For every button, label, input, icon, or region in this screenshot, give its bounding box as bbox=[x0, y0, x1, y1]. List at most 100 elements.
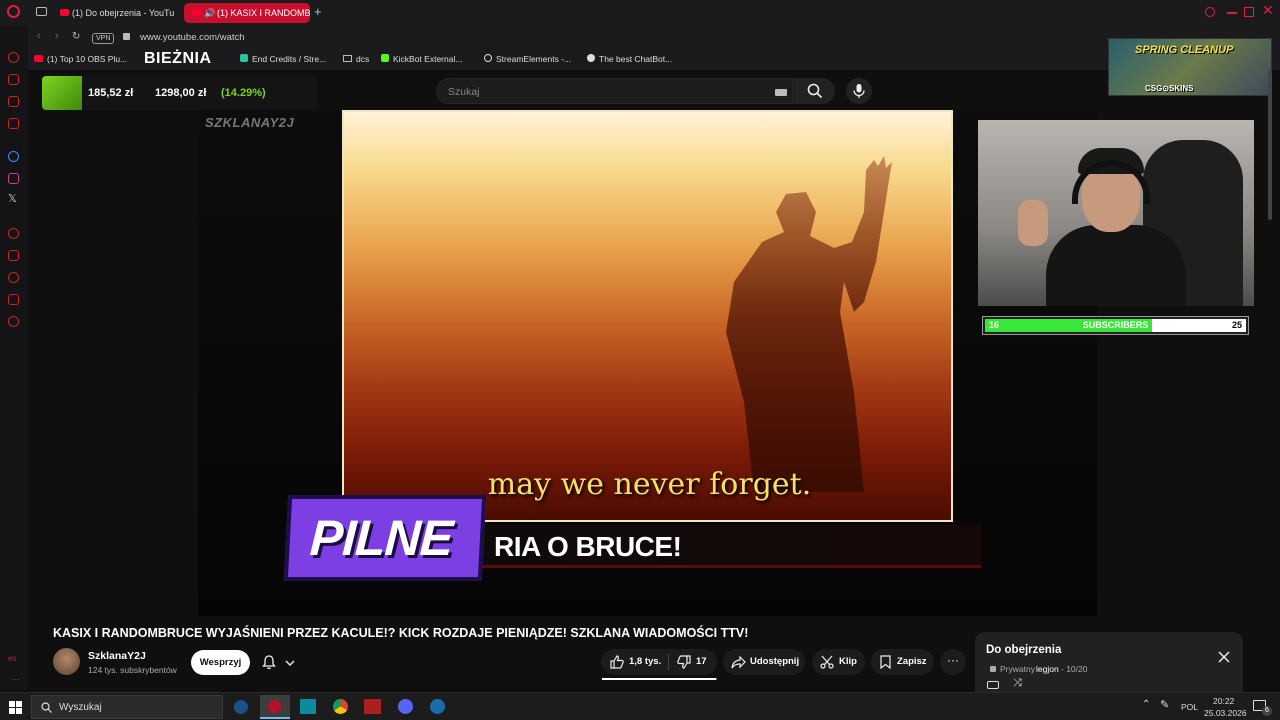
page-scrollbar[interactable] bbox=[1268, 70, 1272, 220]
csgo-skins-ad[interactable]: SPRING CLEANUP CSG⊙SKINS bbox=[1108, 38, 1272, 96]
x-twitter-icon[interactable]: 𝕏 bbox=[8, 192, 17, 205]
discord-app-icon[interactable] bbox=[398, 699, 413, 714]
channel-name[interactable]: SzklanaY2J bbox=[88, 650, 146, 662]
workspaces-icon[interactable] bbox=[36, 7, 47, 16]
opera-logo-icon[interactable] bbox=[7, 5, 20, 18]
dislike-button[interactable]: 17 bbox=[669, 649, 717, 675]
url-field[interactable]: www.youtube.com/watch bbox=[140, 32, 245, 43]
voicemeeter-app-icon[interactable] bbox=[364, 699, 381, 714]
channel-avatar[interactable] bbox=[53, 648, 80, 675]
bookmark-item[interactable]: End Credits / Stre... bbox=[240, 54, 326, 64]
bookmark-item[interactable]: (1) Top 10 OBS Plu... bbox=[34, 54, 127, 64]
wallet-icon[interactable] bbox=[8, 96, 19, 107]
clip-label: Klip bbox=[839, 656, 857, 667]
more-icon[interactable]: ··· bbox=[10, 674, 20, 685]
playlist-title[interactable]: Do obejrzenia bbox=[986, 644, 1061, 656]
settings-icon[interactable] bbox=[8, 316, 19, 327]
lock-icon bbox=[123, 33, 130, 40]
forward-icon[interactable]: › bbox=[55, 30, 59, 42]
share-button[interactable]: Udostępnij bbox=[723, 649, 805, 675]
search-input[interactable]: Szukaj bbox=[448, 86, 480, 98]
maximize-button[interactable] bbox=[1244, 7, 1254, 17]
page-icon bbox=[240, 54, 248, 62]
search-tabs-icon[interactable] bbox=[1205, 7, 1215, 17]
explorer-app-icon[interactable] bbox=[300, 699, 316, 714]
tray-overflow-icon[interactable]: ⌃ bbox=[1142, 699, 1150, 710]
more-actions-button[interactable]: ··· bbox=[940, 649, 966, 675]
instagram-icon[interactable] bbox=[8, 173, 19, 184]
history-icon[interactable] bbox=[8, 52, 19, 63]
speaker-icon: 🔊 bbox=[204, 8, 216, 18]
steam-app-icon[interactable] bbox=[234, 700, 248, 714]
vpn-badge[interactable]: VPN bbox=[92, 33, 115, 44]
close-window-button[interactable]: ✕ bbox=[1262, 2, 1274, 19]
taskbar-search[interactable]: Wyszukaj bbox=[31, 695, 223, 719]
ticker-widget: 185,52 zł 1298,00 zł (14.29%) bbox=[42, 76, 317, 110]
extension-icon[interactable]: ex bbox=[8, 654, 16, 663]
tab-do-obejrzenia[interactable]: (1) Do obejrzenia - YouTube bbox=[52, 3, 174, 23]
save-button[interactable]: Zapisz bbox=[871, 649, 934, 675]
kickbot-icon bbox=[381, 54, 389, 62]
streamer-hand bbox=[1018, 200, 1048, 246]
search-button[interactable] bbox=[793, 78, 835, 104]
messenger-icon[interactable] bbox=[8, 151, 19, 162]
keyboard-icon[interactable] bbox=[775, 89, 787, 96]
aria-icon[interactable] bbox=[8, 74, 19, 85]
opera-app-icon[interactable] bbox=[260, 695, 290, 719]
search-box[interactable]: Szukaj bbox=[436, 78, 793, 104]
tabs-icon[interactable] bbox=[8, 250, 19, 261]
bookmark-item[interactable]: StreamElements -... bbox=[484, 54, 571, 64]
bookmark-item[interactable]: The best ChatBot... bbox=[587, 54, 672, 64]
ticker-logo bbox=[42, 76, 82, 110]
tab-label: (1) KASIX I RANDOMBRUCE bbox=[217, 8, 310, 18]
banner-headline: RIA O BRUCE! bbox=[494, 531, 682, 562]
chrome-app-icon[interactable] bbox=[333, 699, 348, 714]
channel-subscribers: 124 tys. subskrybentów bbox=[88, 665, 177, 675]
streamelements-icon bbox=[484, 54, 492, 62]
mail-icon[interactable] bbox=[8, 118, 19, 129]
close-icon[interactable] bbox=[1218, 651, 1230, 663]
shuffle-icon[interactable]: ⤨ bbox=[1013, 677, 1022, 690]
playlist-owner[interactable]: legjon bbox=[1036, 664, 1059, 674]
chevron-down-icon bbox=[285, 660, 295, 666]
playlist-privacy: Prywatny bbox=[1000, 664, 1035, 674]
streamer-torso bbox=[1046, 225, 1186, 306]
youtube-icon bbox=[192, 9, 201, 16]
cube-icon[interactable] bbox=[8, 294, 19, 305]
support-button[interactable]: Wesprzyj bbox=[191, 650, 250, 675]
new-tab-button[interactable]: + bbox=[314, 4, 322, 19]
bookmark-item[interactable]: KickBot External... bbox=[381, 54, 462, 64]
playlist-progress: - 10/20 bbox=[1061, 664, 1088, 674]
steam-client-app-icon[interactable] bbox=[430, 699, 445, 714]
like-button[interactable]: 1,8 tys. bbox=[601, 649, 667, 675]
playlist-panel: Do obejrzenia Prywatny legjon - 10/20 ⤨ bbox=[975, 632, 1243, 692]
tab-kasix[interactable]: 🔊 (1) KASIX I RANDOMBRUCE bbox=[184, 3, 310, 23]
more-icon: ··· bbox=[947, 653, 959, 667]
back-icon[interactable]: ‹ bbox=[37, 30, 41, 42]
like-dislike-group: 1,8 tys. 17 bbox=[601, 649, 717, 675]
windows-start-icon[interactable] bbox=[9, 701, 22, 714]
like-ratio-fill bbox=[602, 678, 716, 680]
clock-date[interactable]: 25.03.2026 bbox=[1204, 708, 1247, 718]
minimize-button[interactable] bbox=[1227, 12, 1237, 14]
bookmark-item[interactable]: dcs bbox=[343, 54, 369, 64]
reload-icon[interactable]: ↻ bbox=[72, 31, 80, 42]
loop-icon[interactable] bbox=[987, 681, 999, 689]
notification-bell-button[interactable] bbox=[256, 650, 308, 675]
youtube-icon bbox=[60, 9, 69, 16]
taskbar-search-input[interactable]: Wyszukaj bbox=[59, 702, 102, 713]
clock-icon[interactable] bbox=[8, 272, 19, 283]
clip-button[interactable]: Klip bbox=[812, 649, 865, 675]
pen-icon[interactable]: ✎ bbox=[1160, 698, 1169, 711]
lock-icon bbox=[990, 666, 996, 672]
voice-search-button[interactable] bbox=[846, 78, 872, 104]
language-indicator[interactable]: POL bbox=[1181, 702, 1198, 712]
thumbs-up-icon bbox=[610, 655, 624, 669]
thumbs-down-icon bbox=[677, 655, 691, 669]
player-icon[interactable] bbox=[8, 228, 19, 239]
channel-watermark: SZKLANAY2J bbox=[205, 115, 295, 130]
clock-time[interactable]: 20:22 bbox=[1213, 696, 1234, 706]
video-player[interactable]: SZKLANAY2J may we never forget. RIA O BR… bbox=[198, 110, 1097, 616]
dislike-count: 17 bbox=[696, 656, 707, 667]
youtube-page: Szukaj SZKLANAY2J may we never forget. R… bbox=[28, 38, 1272, 692]
